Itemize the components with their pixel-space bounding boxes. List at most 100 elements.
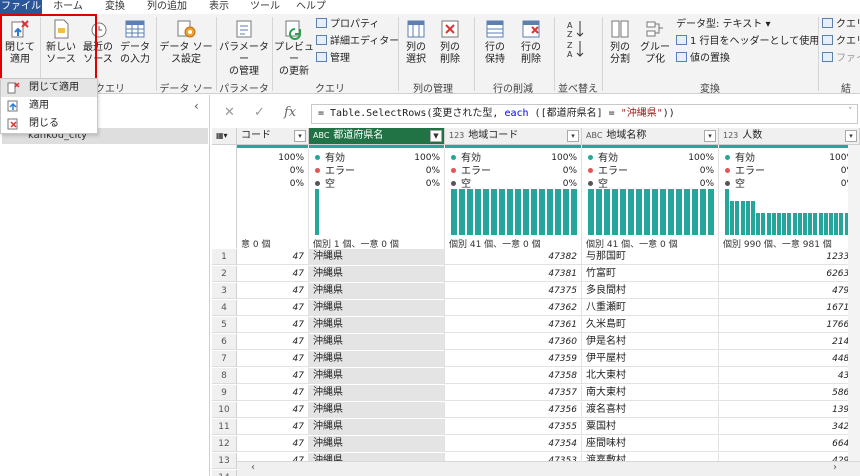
expand-formula-icon[interactable]: ˅ [848, 107, 853, 117]
table-cell[interactable]: 1398 [719, 402, 860, 418]
distribution-bar[interactable] [766, 213, 771, 235]
column-type-icon[interactable]: 123 [449, 131, 464, 140]
collapse-pane-icon[interactable]: ‹ [194, 99, 199, 113]
distribution-bar[interactable] [459, 189, 465, 235]
table-cell[interactable]: 47359 [445, 351, 582, 367]
tab-home[interactable]: ホーム [50, 0, 86, 14]
table-cell[interactable]: 17665 [719, 317, 860, 333]
distribution-bar[interactable] [745, 201, 750, 235]
tab-tools[interactable]: ツール [250, 0, 280, 14]
distribution-bar[interactable] [813, 213, 818, 235]
table-cell[interactable]: 47355 [445, 419, 582, 435]
sort-ascending-button[interactable]: AZ ZA [562, 18, 590, 60]
table-cell[interactable]: 47 [237, 317, 309, 333]
filter-icon[interactable]: ▼ [430, 130, 442, 142]
column-header[interactable]: 123 地域コード ▾ [445, 128, 582, 145]
replace-values-button[interactable]: 値の置換 [676, 52, 730, 66]
column-dropdown-icon[interactable]: ▾ [845, 130, 857, 142]
merge-queries-button[interactable]: クエリ [822, 18, 860, 32]
distribution-bar[interactable] [483, 189, 489, 235]
row-number[interactable]: 9 [212, 385, 237, 401]
table-cell[interactable]: 沖縄県 [309, 317, 445, 333]
distribution-bar[interactable] [515, 189, 521, 235]
distribution-bar[interactable] [684, 189, 690, 235]
table-cell[interactable]: 47 [237, 334, 309, 350]
distribution-bar[interactable] [475, 189, 481, 235]
row-number[interactable]: 7 [212, 351, 237, 367]
column-header[interactable]: 123 人数 ▾ [719, 128, 860, 145]
menu-item-close[interactable]: 閉じる [1, 115, 97, 133]
distribution-bar[interactable] [628, 189, 634, 235]
row-number[interactable]: 10 [212, 402, 237, 418]
table-cell[interactable]: 47 [237, 351, 309, 367]
table-cell[interactable]: 沖縄県 [309, 385, 445, 401]
table-cell[interactable]: 竹富町 [582, 266, 719, 282]
formula-input[interactable]: = Table.SelectRows(変更された型, each ([都道府県名]… [311, 104, 858, 124]
row-number[interactable]: 12 [212, 436, 237, 452]
table-cell[interactable]: 47357 [445, 385, 582, 401]
table-cell[interactable]: 47 [237, 419, 309, 435]
distribution-bar[interactable] [751, 201, 755, 235]
row-number[interactable]: 14 [212, 470, 237, 476]
distribution-bar[interactable] [596, 189, 602, 235]
combine-files-button[interactable]: ファイ [822, 52, 860, 66]
distribution-bar[interactable] [808, 213, 813, 235]
distribution-bar[interactable] [523, 189, 529, 235]
table-cell[interactable]: 沖縄県 [309, 300, 445, 316]
distribution-bar[interactable] [708, 189, 714, 235]
distribution-bar[interactable] [676, 189, 682, 235]
table-cell[interactable]: 伊是名村 [582, 334, 719, 350]
distribution-bar[interactable] [818, 213, 823, 235]
distribution-bar[interactable] [644, 189, 650, 235]
new-source-button[interactable]: 新しい ソース [44, 18, 78, 66]
table-cell[interactable]: 多良間村 [582, 283, 719, 299]
table-cell[interactable]: 47 [237, 385, 309, 401]
table-cell[interactable]: 伊平屋村 [582, 351, 719, 367]
properties-button[interactable]: プロパティ [316, 18, 379, 32]
table-cell[interactable]: 47 [237, 266, 309, 282]
refresh-preview-button[interactable]: プレビュー の更新 [274, 18, 314, 78]
table-cell[interactable]: 47381 [445, 266, 582, 282]
distribution-bar[interactable] [771, 213, 776, 235]
distribution-bar[interactable] [787, 213, 792, 235]
enter-data-button[interactable]: データ の入力 [118, 18, 152, 66]
keep-rows-button[interactable]: 行の 保持 [478, 18, 512, 66]
table-cell[interactable]: 沖縄県 [309, 249, 445, 265]
table-cell[interactable]: 47 [237, 368, 309, 384]
distribution-bar[interactable] [652, 189, 658, 235]
table-cell[interactable]: 6643 [719, 436, 860, 452]
table-cell[interactable]: 沖縄県 [309, 351, 445, 367]
row-number[interactable]: 2 [212, 266, 237, 282]
table-cell[interactable]: 47358 [445, 368, 582, 384]
distribution-bar[interactable] [467, 189, 473, 235]
table-cell[interactable]: 47362 [445, 300, 582, 316]
table-cell[interactable]: 北大東村 [582, 368, 719, 384]
table-cell[interactable]: 沖縄県 [309, 266, 445, 282]
column-type-icon[interactable]: ABC [313, 131, 329, 140]
distribution-bar[interactable] [792, 213, 797, 235]
table-corner-menu[interactable]: ▦▾ [212, 128, 237, 145]
first-row-header-button[interactable]: 1 行目をヘッダーとして使用 ▾ [676, 35, 827, 49]
group-by-button[interactable]: グルー プ化 [638, 18, 672, 66]
table-cell[interactable]: 432 [719, 368, 860, 384]
distribution-bar[interactable] [636, 189, 642, 235]
table-cell[interactable]: 47 [237, 283, 309, 299]
table-cell[interactable]: 久米島町 [582, 317, 719, 333]
distribution-bar[interactable] [782, 213, 787, 235]
row-number[interactable]: 13 [212, 453, 237, 469]
distribution-bar[interactable] [803, 213, 807, 235]
distribution-bar[interactable] [620, 189, 626, 235]
distribution-bar[interactable] [834, 213, 839, 235]
distribution-bar[interactable] [777, 213, 781, 235]
table-cell[interactable]: 5868 [719, 385, 860, 401]
table-cell[interactable]: 4799 [719, 283, 860, 299]
table-cell[interactable]: 沖縄県 [309, 283, 445, 299]
distribution-bar[interactable] [823, 213, 828, 235]
scroll-left-icon[interactable]: ‹ [251, 462, 255, 473]
row-number[interactable]: 5 [212, 317, 237, 333]
split-column-button[interactable]: 列の 分割 [604, 18, 636, 66]
distribution-bar[interactable] [547, 189, 553, 235]
confirm-formula-icon[interactable]: ✓ [254, 105, 265, 120]
table-cell[interactable]: 沖縄県 [309, 436, 445, 452]
distribution-bar[interactable] [756, 213, 761, 235]
